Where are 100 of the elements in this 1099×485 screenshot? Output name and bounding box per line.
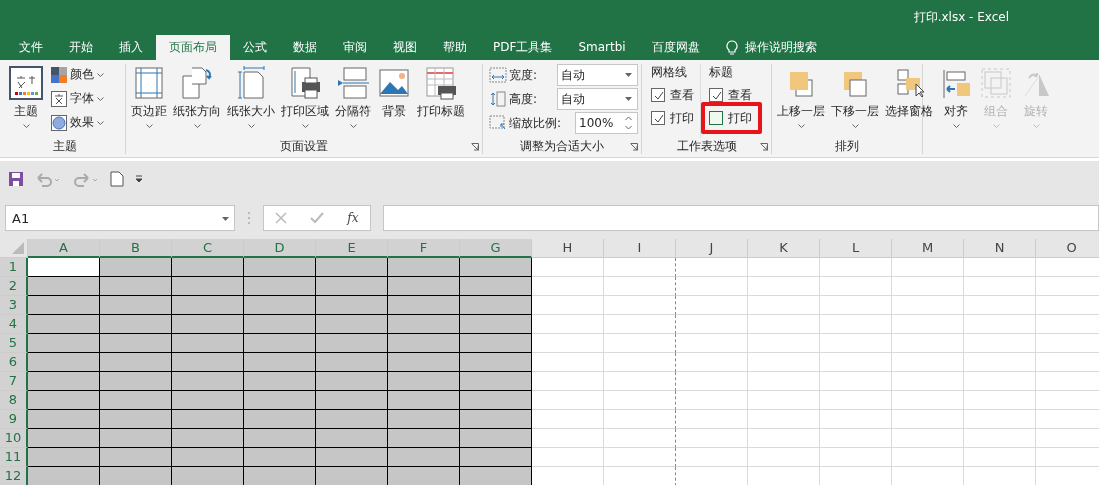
column-header[interactable]: I xyxy=(604,239,676,258)
cell[interactable] xyxy=(28,315,100,334)
cell[interactable] xyxy=(604,448,676,467)
page-setup-button[interactable]: 纸张大小 xyxy=(225,64,277,138)
cell[interactable] xyxy=(28,448,100,467)
arrange-button[interactable]: 上移一层 xyxy=(775,64,827,138)
cell[interactable] xyxy=(316,429,388,448)
cell[interactable] xyxy=(604,334,676,353)
cell[interactable] xyxy=(28,429,100,448)
column-header[interactable]: B xyxy=(100,239,172,258)
themes-button[interactable]: 主题 xyxy=(7,64,45,138)
theme-option-button[interactable]: 颜色 xyxy=(51,64,104,85)
formula-input[interactable] xyxy=(383,205,1099,231)
ribbon-tab[interactable]: Smartbi xyxy=(565,35,639,60)
cell[interactable] xyxy=(100,448,172,467)
cell[interactable] xyxy=(604,258,676,277)
theme-option-button[interactable]: 效果 xyxy=(51,112,104,133)
cell[interactable] xyxy=(28,467,100,485)
cell[interactable] xyxy=(28,410,100,429)
cell[interactable] xyxy=(388,467,460,485)
column-header[interactable]: F xyxy=(388,239,460,258)
row-header[interactable]: 12 xyxy=(0,467,28,485)
cell[interactable] xyxy=(172,372,244,391)
ribbon-tab[interactable]: 视图 xyxy=(380,35,430,60)
checkbox[interactable] xyxy=(651,88,665,102)
cell[interactable] xyxy=(244,429,316,448)
new-document-icon[interactable] xyxy=(110,171,124,187)
row-header[interactable]: 1 xyxy=(0,258,28,277)
cell[interactable] xyxy=(244,448,316,467)
cell[interactable] xyxy=(388,296,460,315)
page-setup-button[interactable]: 分隔符 xyxy=(333,64,373,138)
tell-me-search[interactable]: 操作说明搜索 xyxy=(744,39,817,56)
page-setup-button[interactable]: 打印标题 xyxy=(415,64,467,138)
cell[interactable] xyxy=(460,448,532,467)
select-all-icon[interactable] xyxy=(12,242,24,254)
cell[interactable] xyxy=(604,429,676,448)
column-header[interactable]: A xyxy=(28,239,100,258)
save-icon[interactable] xyxy=(8,171,24,187)
dialog-launcher-icon[interactable] xyxy=(471,143,479,151)
cell[interactable] xyxy=(460,258,532,277)
cell[interactable] xyxy=(28,258,100,277)
ribbon-tab[interactable]: 公式 xyxy=(230,35,280,60)
arrange-button[interactable]: 下移一层 xyxy=(829,64,881,138)
row-header[interactable]: 3 xyxy=(0,296,28,315)
cell[interactable] xyxy=(28,391,100,410)
row-header[interactable]: 7 xyxy=(0,372,28,391)
cell[interactable] xyxy=(316,372,388,391)
cell[interactable] xyxy=(460,353,532,372)
cell[interactable] xyxy=(100,467,172,485)
cell[interactable] xyxy=(100,372,172,391)
cell[interactable] xyxy=(316,448,388,467)
ribbon-tab[interactable]: 帮助 xyxy=(430,35,480,60)
column-header[interactable]: E xyxy=(316,239,388,258)
cell[interactable] xyxy=(316,467,388,485)
cell[interactable] xyxy=(100,410,172,429)
cell[interactable] xyxy=(316,296,388,315)
checkbox[interactable] xyxy=(709,111,723,125)
page-setup-button[interactable]: 打印区域 xyxy=(279,64,331,138)
ribbon-tab[interactable]: 开始 xyxy=(56,35,106,60)
cell[interactable] xyxy=(460,391,532,410)
cell[interactable] xyxy=(388,258,460,277)
cell[interactable] xyxy=(388,410,460,429)
page-setup-button[interactable]: 纸张方向 xyxy=(171,64,223,138)
cell[interactable] xyxy=(316,410,388,429)
dialog-launcher-icon[interactable] xyxy=(760,143,768,151)
width-dropdown[interactable]: 自动 xyxy=(557,64,638,86)
cell[interactable] xyxy=(388,315,460,334)
cell[interactable] xyxy=(604,353,676,372)
cell[interactable] xyxy=(244,334,316,353)
cell[interactable] xyxy=(172,429,244,448)
scale-spinner[interactable]: 100% xyxy=(575,112,638,134)
cell[interactable] xyxy=(604,277,676,296)
row-header[interactable]: 9 xyxy=(0,410,28,429)
cell[interactable] xyxy=(388,391,460,410)
cell[interactable] xyxy=(316,334,388,353)
cell[interactable] xyxy=(604,372,676,391)
cell[interactable] xyxy=(172,391,244,410)
height-dropdown[interactable]: 自动 xyxy=(557,88,638,110)
ribbon-tab[interactable]: 百度网盘 xyxy=(638,35,713,60)
cell[interactable] xyxy=(604,391,676,410)
cell[interactable] xyxy=(28,353,100,372)
cell[interactable] xyxy=(172,258,244,277)
cell[interactable] xyxy=(100,296,172,315)
cell[interactable] xyxy=(100,353,172,372)
cell[interactable] xyxy=(316,391,388,410)
cell[interactable] xyxy=(100,429,172,448)
cell[interactable] xyxy=(172,277,244,296)
cell[interactable] xyxy=(316,353,388,372)
page-setup-button[interactable]: 页边距 xyxy=(129,64,169,138)
column-header[interactable]: L xyxy=(820,239,892,258)
cell[interactable] xyxy=(244,372,316,391)
cell[interactable] xyxy=(28,334,100,353)
arrange-button[interactable]: 选择窗格 xyxy=(883,64,935,138)
cell[interactable] xyxy=(604,410,676,429)
cell[interactable] xyxy=(244,467,316,485)
cell[interactable] xyxy=(100,334,172,353)
arrange-button[interactable]: 对齐 xyxy=(937,64,975,138)
cell[interactable] xyxy=(28,372,100,391)
ribbon-tab[interactable]: 审阅 xyxy=(330,35,380,60)
row-header[interactable]: 2 xyxy=(0,277,28,296)
